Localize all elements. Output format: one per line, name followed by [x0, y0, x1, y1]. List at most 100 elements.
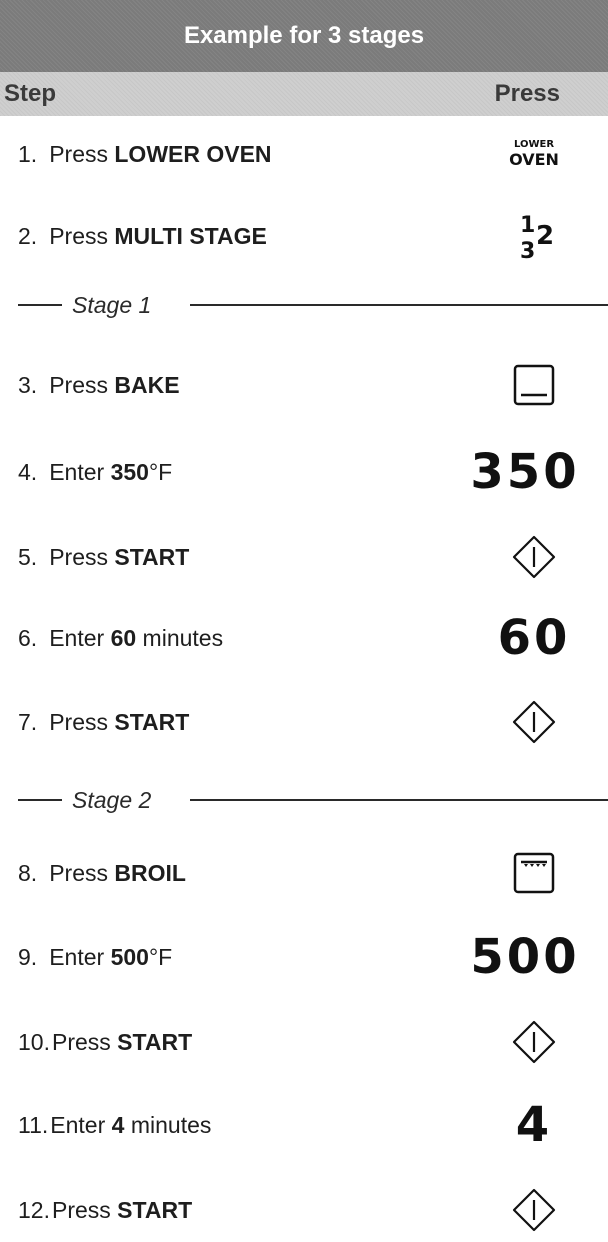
start-icon[interactable]: [464, 690, 604, 754]
display-value: 350: [470, 444, 580, 500]
display-readout: 60: [464, 606, 604, 670]
step-key: START: [114, 544, 190, 570]
start-glyph: [512, 1188, 556, 1232]
step-number: 3.: [18, 372, 38, 398]
step-text: 2. Press MULTI STAGE: [18, 204, 267, 268]
table-row: 12.Press START: [0, 1178, 608, 1242]
divider-line-left: [18, 799, 62, 801]
step-number: 2.: [18, 223, 38, 249]
step-suffix: °F: [148, 459, 173, 485]
step-key: 350: [110, 459, 149, 485]
table-row: 4. Enter 350°F 350: [0, 440, 608, 504]
step-action: Press: [49, 860, 115, 886]
table-row: 3. Press BAKE: [0, 353, 608, 417]
step-key: MULTI STAGE: [114, 223, 267, 249]
display-readout: 500: [446, 925, 604, 989]
bake-glyph: [513, 364, 555, 406]
divider-line-right: [190, 799, 608, 801]
start-icon[interactable]: [464, 1010, 604, 1074]
display-value: 4: [515, 1097, 553, 1153]
step-action: Enter: [49, 459, 111, 485]
stage-divider: Stage 2: [0, 780, 608, 820]
step-number: 1.: [18, 141, 38, 167]
step-text: 6. Enter 60 minutes: [18, 606, 223, 670]
step-number: 5.: [18, 544, 38, 570]
lower-oven-label-bottom: OVEN: [509, 150, 559, 169]
multi-stage-icon[interactable]: 123: [464, 204, 604, 268]
start-glyph: [512, 1020, 556, 1064]
step-number: 6.: [18, 625, 38, 651]
start-glyph: [512, 700, 556, 744]
broil-icon[interactable]: [464, 841, 604, 905]
display-value: 60: [497, 610, 571, 666]
bake-icon[interactable]: [464, 353, 604, 417]
step-action: Press: [49, 544, 115, 570]
step-action: Enter: [49, 625, 111, 651]
lower-oven-label-top: LOWER: [513, 139, 555, 150]
table-row: 1. Press LOWER OVEN LOWER OVEN: [0, 122, 608, 186]
divider-line-right: [190, 304, 608, 306]
table-row: 9. Enter 500°F 500: [0, 925, 608, 989]
step-action: Press: [49, 141, 115, 167]
svg-text:3: 3: [520, 239, 535, 260]
step-action: Enter: [49, 944, 111, 970]
step-number: 11.: [18, 1112, 49, 1138]
header-press: Press: [494, 80, 560, 107]
step-number: 4.: [18, 459, 38, 485]
step-key: 500: [110, 944, 149, 970]
table-row: 7. Press START: [0, 690, 608, 754]
step-action: Press: [51, 1029, 118, 1055]
stage-label: Stage 2: [72, 787, 152, 813]
step-text: 7. Press START: [18, 690, 189, 754]
stage-divider: Stage 1: [0, 285, 608, 325]
display-readout: 4: [464, 1093, 604, 1157]
step-number: 8.: [18, 860, 38, 886]
broil-glyph: [513, 852, 555, 894]
divider-line-left: [18, 304, 62, 306]
step-key: BROIL: [114, 860, 186, 886]
header-step: Step: [4, 80, 57, 107]
table-row: 8. Press BROIL: [0, 841, 608, 905]
display-readout: 350: [446, 440, 604, 504]
step-text: 11.Enter 4 minutes: [18, 1093, 211, 1157]
step-key: START: [117, 1197, 193, 1223]
svg-text:2: 2: [536, 221, 554, 251]
step-number: 10.: [18, 1029, 50, 1055]
table-row: 5. Press START: [0, 525, 608, 589]
step-text: 10.Press START: [18, 1010, 192, 1074]
step-action: Press: [49, 709, 115, 735]
table-row: 6. Enter 60 minutes 60: [0, 606, 608, 670]
lower-oven-icon[interactable]: LOWER OVEN: [464, 122, 604, 186]
step-number: 12.: [18, 1197, 50, 1223]
step-text: 1. Press LOWER OVEN: [18, 122, 272, 186]
step-number: 7.: [18, 709, 38, 735]
step-action: Press: [51, 1197, 118, 1223]
step-suffix: °F: [148, 944, 173, 970]
step-text: 5. Press START: [18, 525, 189, 589]
table-row: 2. Press MULTI STAGE 1 2 3: [0, 204, 608, 268]
step-key: START: [117, 1029, 193, 1055]
step-key: LOWER OVEN: [114, 141, 272, 167]
start-glyph: [512, 535, 556, 579]
step-action: Enter: [50, 1112, 112, 1138]
step-text: 4. Enter 350°F: [18, 440, 172, 504]
start-icon[interactable]: [464, 525, 604, 589]
multi-stage-glyph: 1 23: [520, 213, 554, 260]
stage-label: Stage 1: [72, 292, 152, 318]
svg-text:1: 1: [520, 213, 535, 238]
column-header-row: Step Press: [0, 72, 608, 116]
start-icon[interactable]: [464, 1178, 604, 1242]
display-value: 500: [470, 929, 580, 985]
step-key: BAKE: [114, 372, 180, 398]
lower-oven-label: LOWER OVEN: [509, 140, 559, 168]
step-text: 12.Press START: [18, 1178, 192, 1242]
step-text: 3. Press BAKE: [18, 353, 180, 417]
step-text: 8. Press BROIL: [18, 841, 186, 905]
step-key: 60: [110, 625, 137, 651]
table-row: 10.Press START: [0, 1010, 608, 1074]
step-key: 4: [111, 1112, 125, 1138]
step-text: 9. Enter 500°F: [18, 925, 172, 989]
table-title: Example for 3 stages: [0, 0, 608, 72]
step-action: Press: [49, 372, 115, 398]
step-key: START: [114, 709, 190, 735]
